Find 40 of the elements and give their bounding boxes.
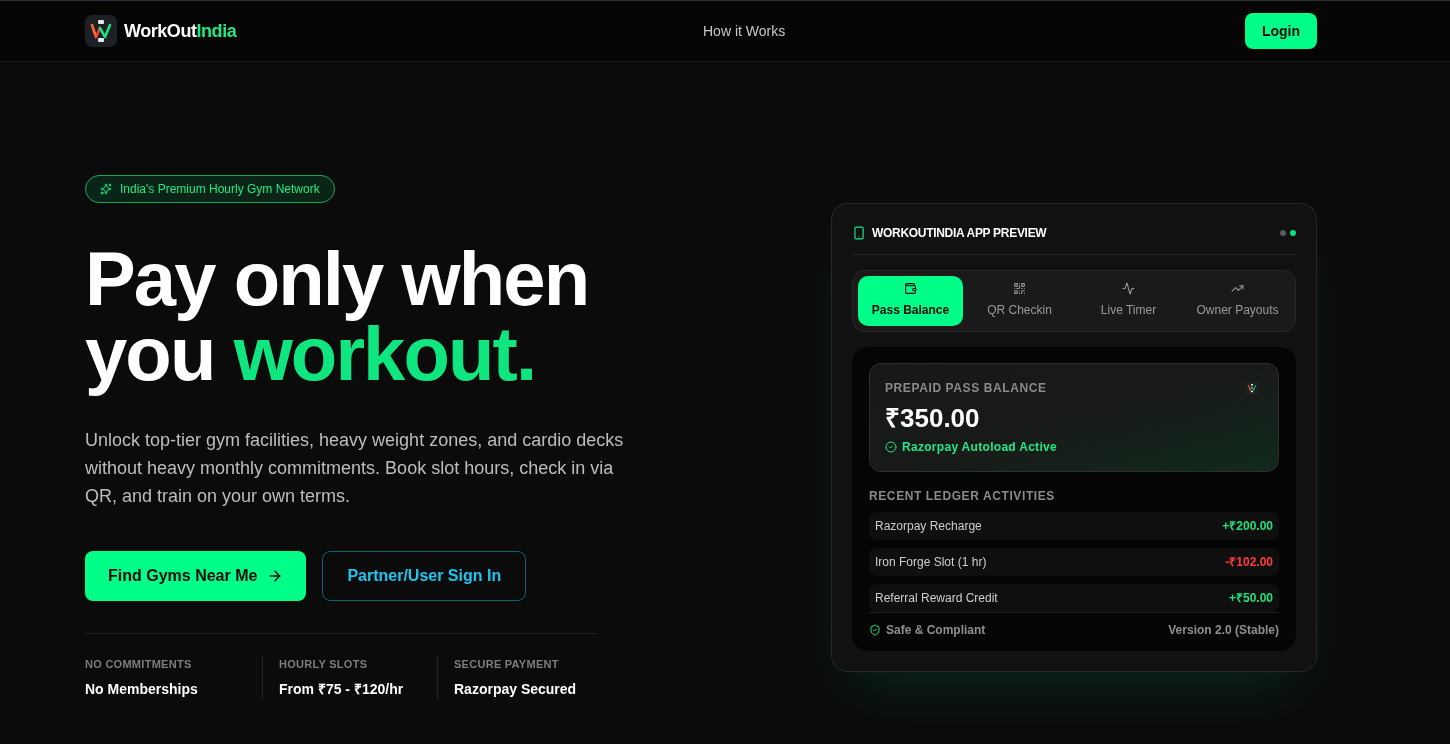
sparkle-icon [100, 183, 112, 195]
autoload-status: Razorpay Autoload Active [902, 438, 1057, 456]
stat-label: NO COMMITMENTS [85, 657, 193, 672]
preview-tab[interactable]: Pass Balance [858, 275, 963, 326]
ledger-amount: +₹50.00 [1228, 589, 1273, 607]
hero-headline: Pay only when you workout. [85, 239, 589, 398]
stat-label: HOURLY SLOTS [279, 657, 369, 672]
preview-tab[interactable]: QR Checkin [967, 275, 1072, 326]
stat-label: SECURE PAYMENT [454, 657, 560, 672]
ledger-title: RECENT LEDGER ACTIVITIES [869, 487, 1056, 505]
ledger-description: Iron Forge Slot (1 hr) [875, 553, 987, 571]
badge-text: India's Premium Hourly Gym Network [120, 181, 320, 198]
phone-icon [852, 225, 866, 240]
wallet-icon [904, 282, 917, 296]
qr-code-icon [1013, 282, 1026, 296]
logo-icon [1246, 381, 1258, 394]
ledger-description: Referral Reward Credit [875, 589, 998, 607]
version-text: Version 2.0 (Stable) [1168, 621, 1279, 639]
shield-check-icon [869, 623, 881, 636]
compliance-text: Safe & Compliant [886, 621, 986, 639]
nav-link[interactable]: How it Works [703, 20, 786, 42]
logo-icon [85, 15, 117, 47]
stat-value: No Memberships [85, 679, 199, 699]
preview-tab[interactable]: Owner Payouts [1185, 275, 1290, 326]
find-gyms-button[interactable]: Find Gyms Near Me [85, 551, 307, 601]
balance-label: PREPAID PASS BALANCE [885, 379, 1047, 397]
preview-tab[interactable]: Live Timer [1076, 275, 1181, 326]
check-circle-icon [885, 440, 897, 453]
brand-name[interactable]: WorkOutIndia [124, 17, 237, 45]
pulse-icon [1122, 282, 1135, 296]
balance-amount: ₹350.00 [885, 403, 981, 433]
hero-description: Unlock top-tier gym facilities, heavy weight zones, and cardio decks without heavy monthly commitments. Book slot hours, check in via QR, and train on your own terms. [85, 429, 625, 508]
login-button[interactable]: Login [1244, 13, 1317, 49]
sign-in-button[interactable]: Partner/User Sign In [322, 551, 527, 601]
preview-title: WORKOUTINDIA APP PREVIEW [872, 224, 1047, 242]
ledger-amount: +₹200.00 [1222, 517, 1273, 535]
ledger-description: Razorpay Recharge [875, 517, 982, 535]
ledger-amount: -₹102.00 [1225, 553, 1273, 571]
stat-value: From ₹75 - ₹120/hr [279, 679, 405, 699]
stat-value: Razorpay Secured [454, 679, 577, 699]
